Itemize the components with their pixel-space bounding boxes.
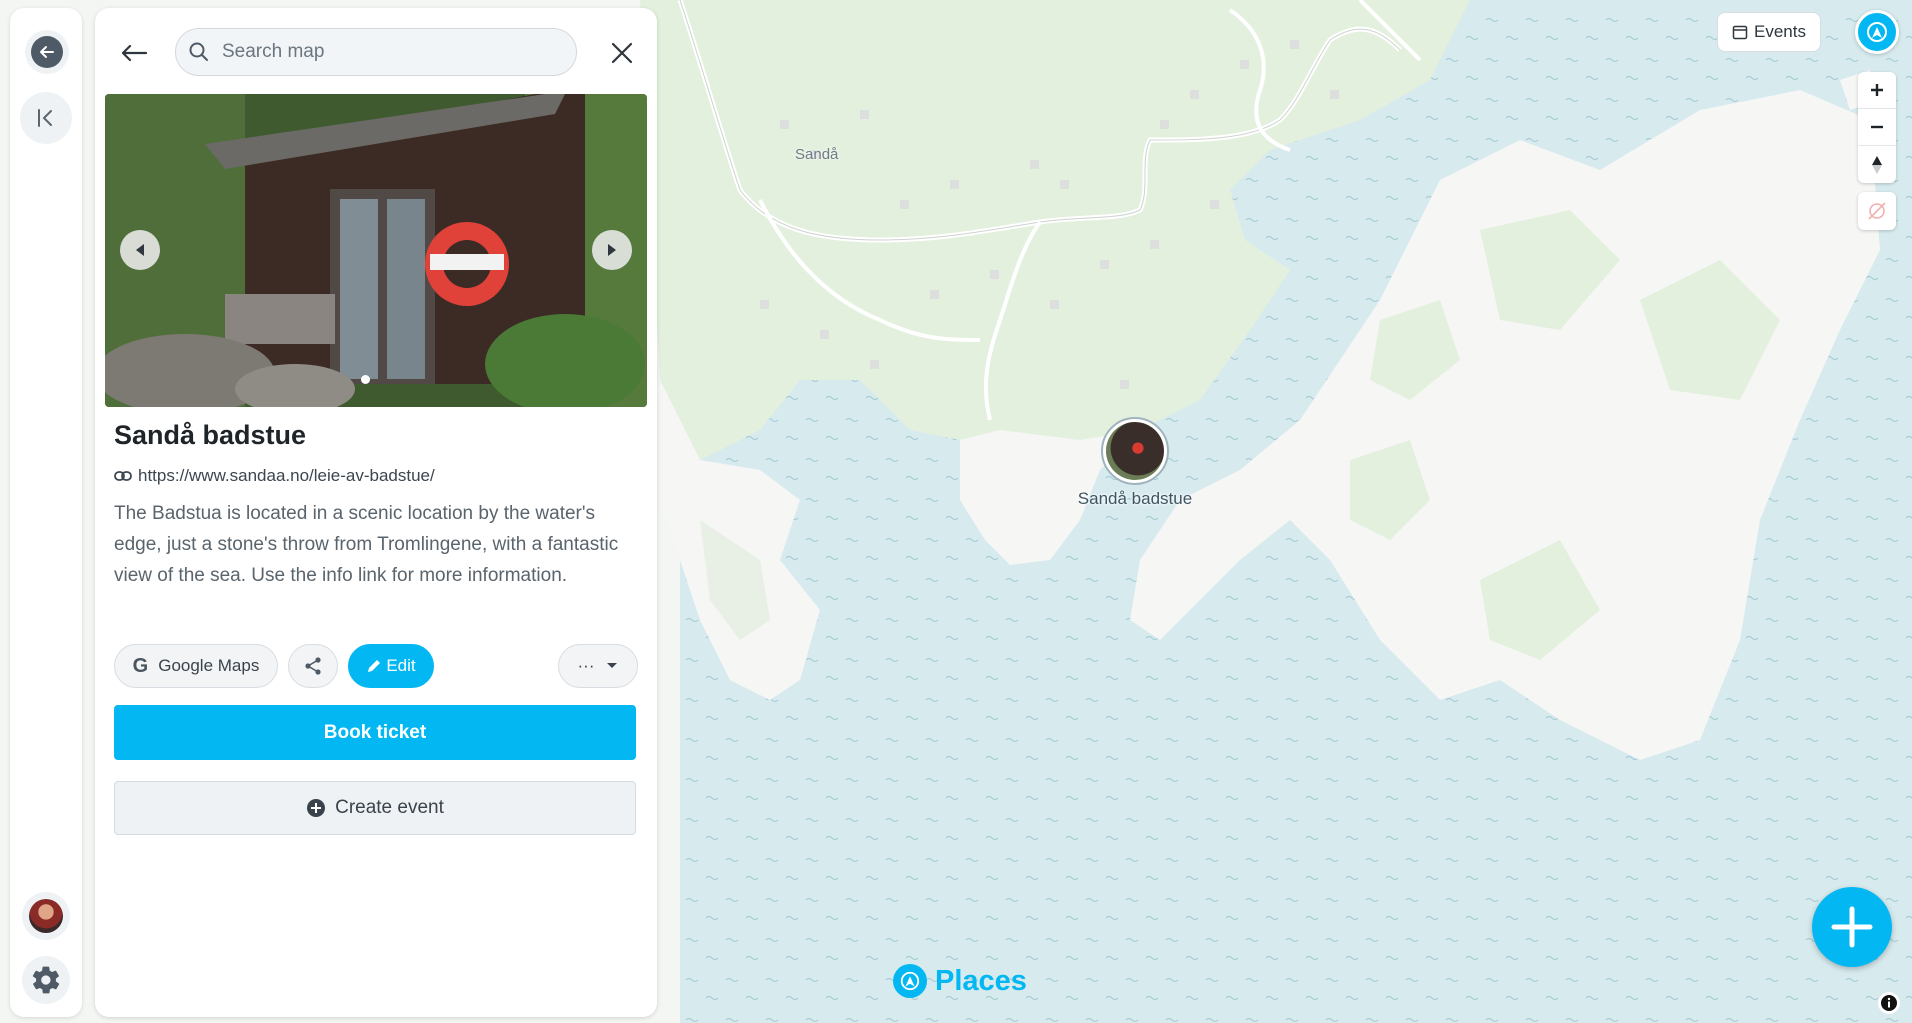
plus-icon	[1871, 84, 1883, 96]
compass-icon	[1872, 155, 1882, 174]
more-options-button[interactable]: ···	[558, 644, 638, 688]
search-icon	[189, 42, 208, 61]
gear-icon	[32, 966, 60, 994]
google-maps-label: Google Maps	[158, 656, 260, 675]
marker-thumbnail	[1106, 422, 1164, 480]
google-maps-button[interactable]: G Google Maps	[114, 644, 278, 688]
place-url-text: https://www.sandaa.no/leie-av-badstue/	[138, 466, 435, 485]
brand-logo: Places	[893, 964, 1027, 998]
compass-button[interactable]	[1858, 146, 1896, 183]
create-event-label: Create event	[335, 797, 444, 818]
settings-button[interactable]	[22, 956, 70, 1004]
photo-next-button[interactable]	[592, 230, 632, 270]
places-logo-icon	[893, 964, 927, 998]
share-icon	[305, 657, 321, 675]
place-marker[interactable]	[1101, 417, 1169, 485]
collapse-sidebar-icon	[38, 109, 52, 127]
user-avatar-button[interactable]	[22, 892, 70, 940]
caret-left-icon	[136, 244, 144, 256]
events-button[interactable]: Events	[1717, 12, 1821, 52]
create-event-button[interactable]: Create event	[114, 781, 636, 835]
photo-prev-button[interactable]	[120, 230, 160, 270]
info-icon	[1881, 995, 1897, 1011]
town-label: Sandå	[795, 146, 839, 163]
location-button[interactable]	[1858, 192, 1896, 230]
pencil-icon	[368, 660, 381, 672]
panel-back-button[interactable]	[117, 36, 151, 70]
marker-label[interactable]: Sandå badstue	[1060, 489, 1210, 509]
avatar	[29, 899, 63, 933]
caret-right-icon	[608, 244, 616, 256]
plus-circle-icon	[307, 799, 326, 817]
link-icon	[114, 471, 132, 481]
collapse-sidebar-button[interactable]	[20, 92, 72, 144]
zoom-controls	[1858, 72, 1896, 183]
edit-button[interactable]: Edit	[348, 644, 434, 688]
share-button[interactable]	[288, 644, 338, 688]
sauna-photo	[105, 94, 647, 407]
chevron-down-icon	[607, 663, 618, 668]
search-placeholder: Search map	[222, 41, 325, 62]
google-icon: G	[132, 654, 149, 677]
places-logo-button[interactable]	[1855, 10, 1899, 54]
rail-back-button[interactable]	[25, 30, 69, 74]
close-button[interactable]	[605, 36, 639, 70]
zoom-in-button[interactable]	[1858, 72, 1896, 109]
arrow-left-icon	[121, 44, 148, 62]
calendar-icon	[1732, 25, 1748, 40]
left-rail	[10, 8, 82, 1017]
place-description: The Badstua is located in a scenic locat…	[114, 503, 619, 586]
zoom-out-button[interactable]	[1858, 109, 1896, 146]
minus-icon	[1871, 125, 1883, 129]
place-url-link[interactable]: https://www.sandaa.no/leie-av-badstue/	[114, 466, 435, 486]
more-dots: ···	[577, 656, 595, 675]
edit-label: Edit	[386, 656, 416, 675]
search-input[interactable]: Search map	[175, 28, 577, 76]
arrow-left-circle-icon	[31, 36, 63, 68]
attribution-info-button[interactable]	[1878, 992, 1900, 1014]
action-row: G Google Maps Edit ···	[114, 644, 638, 688]
close-icon	[611, 42, 633, 64]
carousel-dot[interactable]	[361, 375, 370, 384]
place-photo[interactable]	[105, 94, 647, 407]
plus-icon	[1831, 906, 1873, 948]
place-title: Sandå badstue	[114, 420, 307, 450]
add-place-button[interactable]	[1812, 887, 1892, 967]
brand-name: Places	[935, 964, 1027, 997]
book-ticket-button[interactable]: Book ticket	[114, 705, 636, 760]
events-label: Events	[1754, 22, 1806, 41]
place-detail-panel: Search map Sandå badstue https://www.san…	[95, 8, 657, 1017]
location-disabled-icon	[1868, 202, 1886, 220]
places-logo-icon	[1867, 22, 1887, 42]
